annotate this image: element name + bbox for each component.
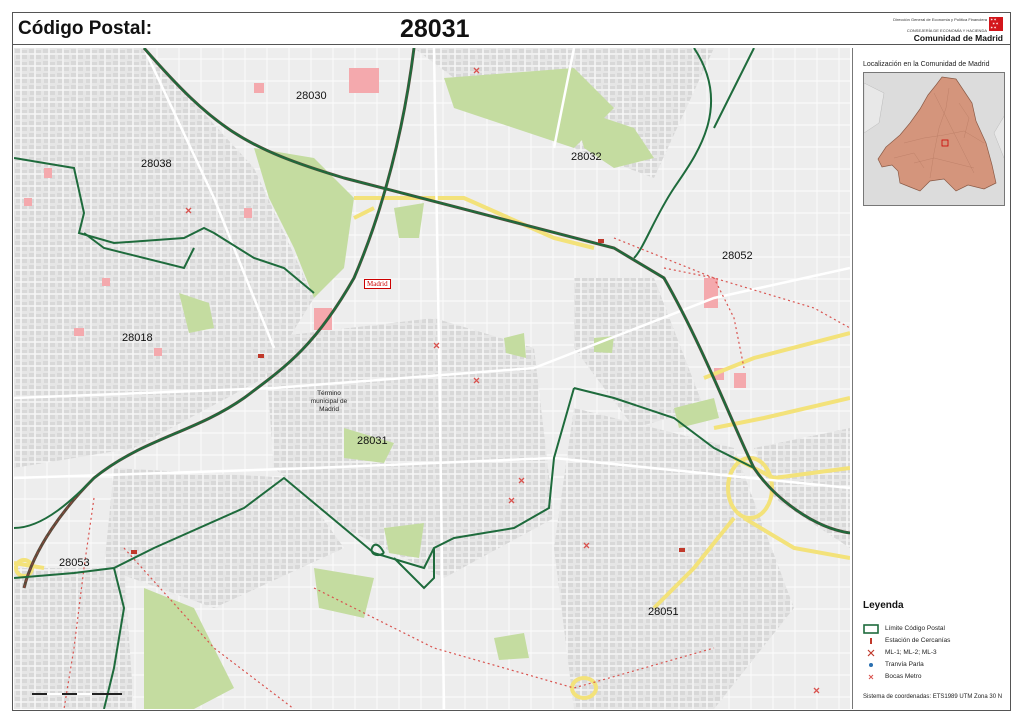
coordinate-system: Sistema de coordenadas: ETS1989 UTM Zona… — [863, 694, 1003, 700]
map-canvas — [14, 48, 850, 709]
map-sidebar: Localización en la Comunidad de Madrid L… — [852, 48, 1009, 709]
region-map — [864, 73, 1004, 205]
postal-code-map[interactable]: 28030 28038 28032 28052 28018 28031 2805… — [14, 48, 850, 709]
legend-item-cercanias: Estación de Cercanías — [863, 636, 1008, 646]
tranvia-icon — [869, 663, 873, 667]
legend-label: Tranvía Parla — [885, 661, 924, 668]
legend-title: Leyenda — [863, 600, 904, 611]
legend-label: Límite Código Postal — [885, 625, 945, 632]
metro-entrance-icon — [868, 674, 874, 680]
zone-label-28053: 28053 — [59, 557, 90, 569]
legend-item-tranvia: Tranvía Parla — [863, 660, 1008, 670]
community-location-inset — [863, 72, 1005, 206]
cercanias-icon — [870, 638, 872, 644]
legend-item-bocas-metro: Bocas Metro — [863, 672, 1008, 682]
metro-ligero-icon — [867, 649, 875, 657]
zone-label-28038: 28038 — [141, 158, 172, 170]
logo-department-line: Dirección General de Economía y Política… — [893, 17, 987, 22]
legend-item-boundary: Límite Código Postal — [863, 624, 1008, 634]
map-header: Código Postal: 28031 Dirección General d… — [12, 12, 1011, 45]
zone-label-28030: 28030 — [296, 90, 327, 102]
municipal-term-label: Término municipal de Madrid — [310, 390, 348, 413]
postal-boundary-swatch — [863, 624, 879, 634]
zone-label-28051: 28051 — [648, 606, 679, 618]
madrid-flag-icon: ✶✶ ✶✶ ✶✶ — [989, 17, 1003, 31]
legend-label: Estación de Cercanías — [885, 637, 951, 644]
legend-item-metro-ligero: ML-1; ML-2; ML-3 — [863, 648, 1008, 658]
zone-label-28052: 28052 — [722, 250, 753, 262]
zone-label-28032: 28032 — [571, 151, 602, 163]
postal-code-value: 28031 — [400, 15, 470, 43]
madrid-city-label: Madrid — [364, 279, 391, 289]
location-title: Localización en la Comunidad de Madrid — [863, 61, 990, 68]
zone-label-28031: 28031 — [357, 435, 388, 447]
scale-bar — [32, 693, 122, 701]
legend-label: ML-1; ML-2; ML-3 — [885, 649, 937, 656]
zone-label-28018: 28018 — [122, 332, 153, 344]
postal-code-label: Código Postal: — [18, 18, 153, 39]
comunidad-de-madrid-logo: Dirección General de Economía y Política… — [893, 15, 1005, 43]
legend-label: Bocas Metro — [885, 673, 922, 680]
logo-name: Comunidad de Madrid — [913, 33, 1003, 43]
